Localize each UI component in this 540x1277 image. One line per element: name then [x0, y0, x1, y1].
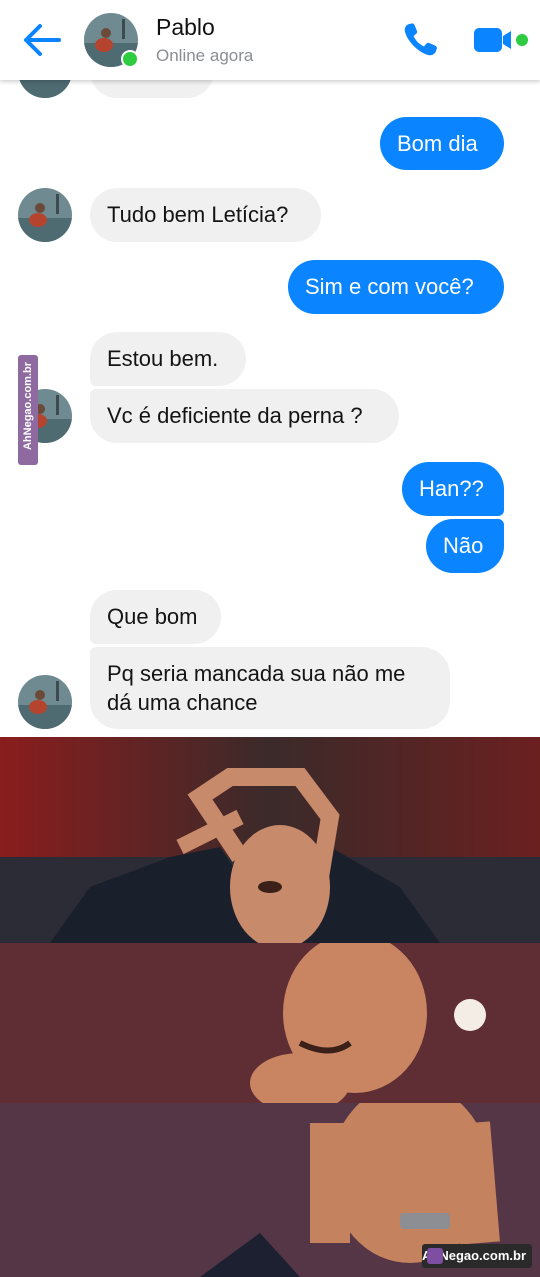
sender-avatar[interactable]	[18, 675, 72, 729]
contact-name[interactable]: Pablo	[156, 14, 215, 41]
message-bubble-outgoing[interactable]: Não	[426, 519, 504, 573]
video-camera-icon[interactable]	[472, 22, 532, 58]
message-bubble-incoming[interactable]	[90, 80, 214, 98]
message-line: dá uma chance	[107, 690, 258, 715]
reaction-photo-2	[0, 943, 540, 1103]
reaction-photo-1	[0, 737, 540, 943]
contact-status: Online agora	[156, 46, 254, 65]
ahnegao-logo-icon	[427, 1248, 443, 1264]
chat-header: Pablo Online agora	[0, 0, 540, 80]
message-bubble-incoming[interactable]: Que bom	[90, 590, 221, 644]
message-bubble-incoming[interactable]: Estou bem.	[90, 332, 246, 386]
sender-avatar[interactable]	[18, 80, 72, 98]
message-bubble-incoming[interactable]: Vc é deficiente da perna ?	[90, 389, 399, 443]
back-arrow-icon[interactable]	[22, 22, 62, 58]
message-bubble-incoming[interactable]: Tudo bem Letícia?	[90, 188, 321, 242]
message-bubble-outgoing[interactable]: Bom dia	[380, 117, 504, 170]
message-line: Pq seria mancada sua não me	[107, 661, 406, 686]
message-bubble-outgoing[interactable]: Sim e com você?	[288, 260, 504, 314]
online-indicator	[121, 50, 139, 68]
message-bubble-incoming[interactable]: Pq seria mancada sua não me dá uma chanc…	[90, 647, 450, 729]
sender-avatar[interactable]	[18, 188, 72, 242]
watermark-side: AhNegao.com.br	[18, 355, 38, 465]
message-bubble-outgoing[interactable]: Han??	[402, 462, 504, 516]
watermark-badge: AhNegao.com.br	[422, 1244, 532, 1268]
phone-icon[interactable]	[400, 20, 440, 60]
message-list[interactable]: Bom dia Tudo bem Letícia? Sim e com você…	[0, 80, 540, 737]
